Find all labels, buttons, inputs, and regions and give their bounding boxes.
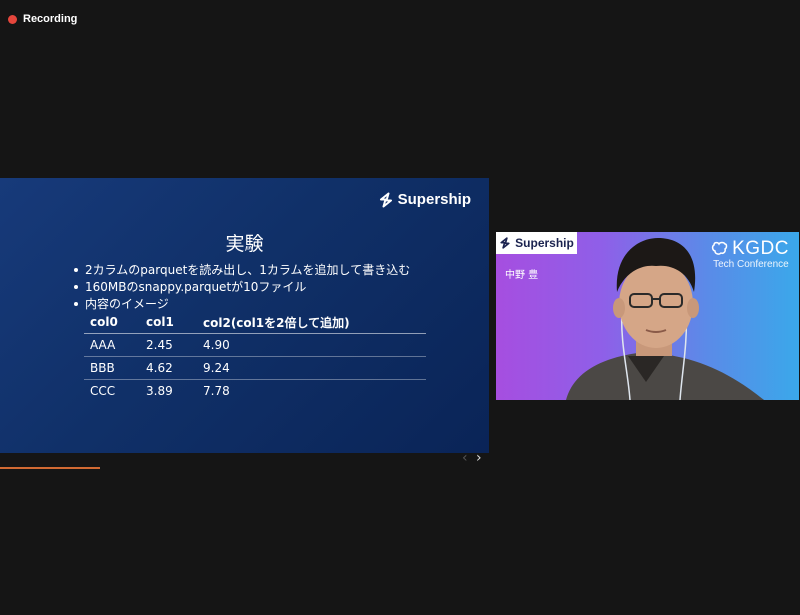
slide-title: 実験 — [225, 233, 264, 255]
event-logo: KGDC Tech Conference — [711, 239, 789, 270]
recording-dot-icon — [8, 14, 17, 24]
slide-data-table: col0 col1 col2(col1を2倍して追加) AAA 2.45 4.9… — [84, 311, 426, 402]
table-row: CCC 3.89 7.78 — [84, 380, 426, 403]
slide-progress-bar — [0, 467, 100, 469]
table-header-row: col0 col1 col2(col1を2倍して追加) — [84, 311, 426, 334]
video-brand-logo: Supership — [499, 236, 574, 250]
speaker-video-panel: Supership 中野 豊 KGDC Tech Conference — [496, 232, 799, 400]
table-cell: 2.45 — [140, 333, 197, 357]
supership-logo-icon — [500, 237, 510, 249]
column-header: col2(col1を2倍して追加) — [197, 311, 426, 334]
recording-indicator: Recording — [8, 10, 77, 28]
column-header: col1 — [140, 311, 197, 334]
slide-brand-logo: Supership — [378, 191, 471, 208]
video-brand-badge: Supership — [496, 232, 577, 254]
recording-label: Recording — [23, 13, 78, 25]
table-cell: 7.78 — [203, 384, 230, 398]
bullet-item: 2カラムのparquetを読み出し、1カラムを追加して書き込む — [72, 262, 410, 279]
event-subtitle: Tech Conference — [713, 259, 789, 270]
table-cell: 3.89 — [146, 384, 173, 398]
speaker-name: 中野 豊 — [505, 270, 539, 281]
chevron-right-icon[interactable]: › — [476, 450, 482, 466]
table-cell: CCC — [90, 384, 116, 398]
table-cell: 4.90 — [197, 333, 426, 357]
slide-bullet-list: 2カラムのparquetを読み出し、1カラムを追加して書き込む 160MBのsn… — [72, 262, 410, 313]
table-row: BBB 4.62 9.24 — [84, 356, 426, 380]
kgdc-emblem-icon — [711, 241, 728, 255]
table-cell: BBB — [84, 356, 140, 380]
slide-brand-name: Supership — [397, 191, 471, 208]
table-row: AAA 2.45 4.90 — [84, 333, 426, 357]
video-brand-name: Supership — [515, 236, 574, 250]
chevron-left-icon[interactable]: ‹ — [462, 450, 468, 466]
column-header: col0 — [84, 311, 140, 334]
table-cell: AAA — [84, 333, 140, 357]
table-cell: 9.24 — [197, 356, 426, 380]
bullet-item: 160MBのsnappy.parquetが10ファイル — [72, 279, 410, 296]
table-cell: 4.62 — [140, 356, 197, 380]
event-title: KGDC — [732, 238, 789, 259]
supership-logo-icon — [379, 192, 392, 207]
presentation-slide: Supership 実験 2カラムのparquetを読み出し、1カラムを追加して… — [0, 178, 489, 453]
